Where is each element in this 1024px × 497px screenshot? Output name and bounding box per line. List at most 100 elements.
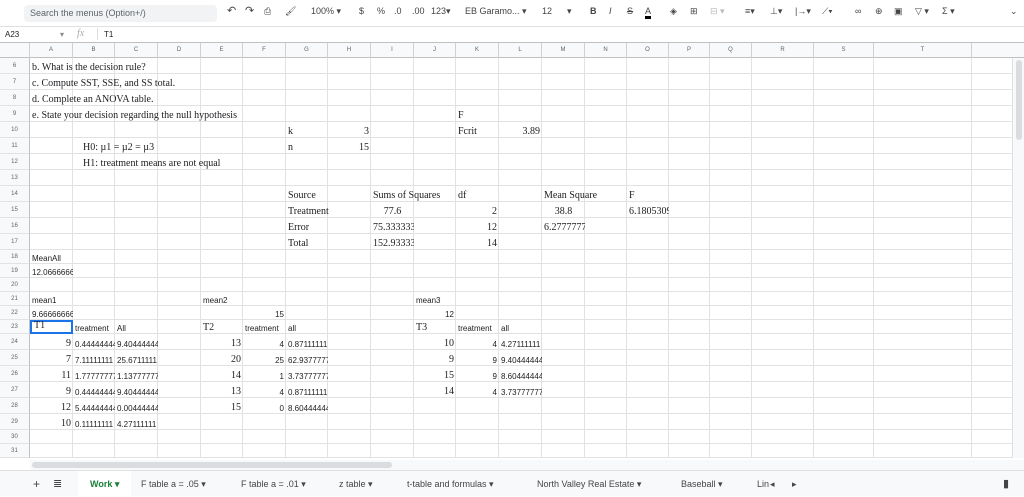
cell-c26[interactable]: 1.13777777	[115, 366, 158, 382]
cell-a21[interactable]: mean1	[30, 292, 58, 306]
strikethrough-button[interactable]: S	[627, 6, 633, 16]
horizontal-scroll-thumb[interactable]	[32, 462, 392, 468]
cell-a29[interactable]: 10	[30, 414, 73, 430]
column-header-f[interactable]: F	[243, 43, 286, 58]
cell-g28[interactable]: 8.60444444	[286, 398, 328, 414]
cell-e28[interactable]: 15	[201, 398, 243, 414]
row-header-30[interactable]: 30	[0, 430, 30, 444]
row-header-22[interactable]: 22	[0, 306, 30, 320]
row-header-20[interactable]: 20	[0, 278, 30, 292]
row-header-27[interactable]: 27	[0, 382, 30, 398]
cell-e24[interactable]: 13	[201, 334, 243, 350]
zoom-select[interactable]: 100% ▾	[311, 6, 341, 17]
cell-j24[interactable]: 10	[414, 334, 456, 350]
cell-c29[interactable]: 4.27111111	[115, 414, 158, 430]
cell-e23[interactable]: T2	[201, 320, 216, 334]
cell-a26[interactable]: 11	[30, 366, 73, 382]
vertical-align-icon[interactable]: ⊥▾	[770, 6, 782, 17]
cell-j25[interactable]: 9	[414, 350, 456, 366]
cell-c25[interactable]: 25.6711111	[115, 350, 158, 366]
column-header-i[interactable]: I	[371, 43, 414, 58]
cell-a8[interactable]: d. Complete an ANOVA table.	[30, 90, 155, 106]
cell-k26[interactable]: 9	[456, 366, 499, 382]
column-header-m[interactable]: M	[542, 43, 585, 58]
bold-button[interactable]: B	[590, 6, 597, 16]
cell-b23[interactable]: treatment	[73, 320, 111, 334]
cell-l23[interactable]: all	[499, 320, 511, 334]
row-header-12[interactable]: 12	[0, 154, 30, 170]
cell-g10[interactable]: k	[286, 122, 295, 138]
chart-icon[interactable]: ▣	[894, 6, 903, 17]
formula-input[interactable]: T1	[104, 30, 113, 39]
tab-scroll-right[interactable]: ▸	[792, 471, 797, 497]
cell-b11[interactable]: H0: µ1 = µ2 = µ3	[73, 138, 156, 154]
row-header-9[interactable]: 9	[0, 106, 30, 122]
cell-g17[interactable]: Total	[286, 234, 310, 250]
cell-m15[interactable]: 38.8	[542, 202, 585, 218]
column-header-t[interactable]: T	[874, 43, 972, 58]
cell-g23[interactable]: all	[286, 320, 298, 334]
column-header-h[interactable]: H	[328, 43, 371, 58]
cell-a25[interactable]: 7	[30, 350, 73, 366]
row-header-28[interactable]: 28	[0, 398, 30, 414]
sheet-tab-7[interactable]: Lin	[749, 471, 769, 497]
cell-j26[interactable]: 15	[414, 366, 456, 382]
column-header-l[interactable]: L	[499, 43, 542, 58]
cell-c24[interactable]: 9.40444444	[115, 334, 158, 350]
functions-button[interactable]: Σ ▾	[942, 6, 955, 17]
row-header-15[interactable]: 15	[0, 202, 30, 218]
cell-f23[interactable]: treatment	[243, 320, 281, 334]
row-header-25[interactable]: 25	[0, 350, 30, 366]
cell-g25[interactable]: 62.9377777	[286, 350, 328, 366]
cell-b28[interactable]: 5.44444444	[73, 398, 115, 414]
percent-button[interactable]: %	[377, 6, 385, 16]
column-header-r[interactable]: R	[752, 43, 814, 58]
cell-g14[interactable]: Source	[286, 186, 318, 202]
cell-b29[interactable]: 0.11111111	[73, 414, 115, 430]
cell-g16[interactable]: Error	[286, 218, 311, 234]
cell-a24[interactable]: 9	[30, 334, 73, 350]
name-box-dropdown-icon[interactable]: ▾	[60, 30, 64, 39]
comment-icon[interactable]: ⊕	[875, 6, 883, 17]
print-icon[interactable]: ⎙	[264, 6, 271, 17]
cell-l24[interactable]: 4.27111111	[499, 334, 542, 350]
cell-o14[interactable]: F	[627, 186, 637, 202]
text-color-button[interactable]: A	[645, 6, 652, 19]
search-menus-input[interactable]: Search the menus (Option+/)	[24, 5, 217, 22]
cell-e25[interactable]: 20	[201, 350, 243, 366]
cell-b25[interactable]: 7.11111111	[73, 350, 115, 366]
cell-f27[interactable]: 4	[243, 382, 286, 398]
cell-c27[interactable]: 9.40444444	[115, 382, 158, 398]
cell-e21[interactable]: mean2	[201, 292, 229, 306]
cell-e27[interactable]: 13	[201, 382, 243, 398]
sheet-tab-3[interactable]: z table ▾	[331, 471, 373, 497]
cell-g26[interactable]: 3.73777777	[286, 366, 328, 382]
increase-decimal-button[interactable]: .00	[412, 6, 425, 16]
cell-k17[interactable]: 14	[456, 234, 499, 250]
italic-button[interactable]: I	[609, 6, 612, 16]
cell-c23[interactable]: All	[115, 320, 128, 334]
cell-g27[interactable]: 0.87111111	[286, 382, 328, 398]
cell-i15[interactable]: 77.6	[371, 202, 414, 218]
cell-e26[interactable]: 14	[201, 366, 243, 382]
tab-scroll-left[interactable]: ◂	[770, 471, 775, 497]
cell-j27[interactable]: 14	[414, 382, 456, 398]
row-header-21[interactable]: 21	[0, 292, 30, 306]
sheet-tab-1[interactable]: F table a = .05 ▾	[133, 471, 206, 497]
cell-k15[interactable]: 2	[456, 202, 499, 218]
sheet-tab-2[interactable]: F table a = .01 ▾	[233, 471, 306, 497]
horizontal-align-icon[interactable]: ≡▾	[745, 6, 755, 17]
cell-f22[interactable]: 15	[243, 306, 286, 320]
cell-a19[interactable]: 12.0666666	[30, 264, 73, 278]
cell-f26[interactable]: 1	[243, 366, 286, 382]
row-header-7[interactable]: 7	[0, 74, 30, 90]
merge-cells-icon[interactable]: ⊟ ▾	[710, 6, 725, 17]
row-header-17[interactable]: 17	[0, 234, 30, 250]
cell-f25[interactable]: 25	[243, 350, 286, 366]
add-sheet-button[interactable]: +	[33, 471, 40, 497]
cell-a6[interactable]: b. What is the decision rule?	[30, 58, 148, 74]
cell-k25[interactable]: 9	[456, 350, 499, 366]
cell-a28[interactable]: 12	[30, 398, 73, 414]
cell-i17[interactable]: 152.933333	[371, 234, 414, 250]
cell-i16[interactable]: 75.3333333	[371, 218, 414, 234]
